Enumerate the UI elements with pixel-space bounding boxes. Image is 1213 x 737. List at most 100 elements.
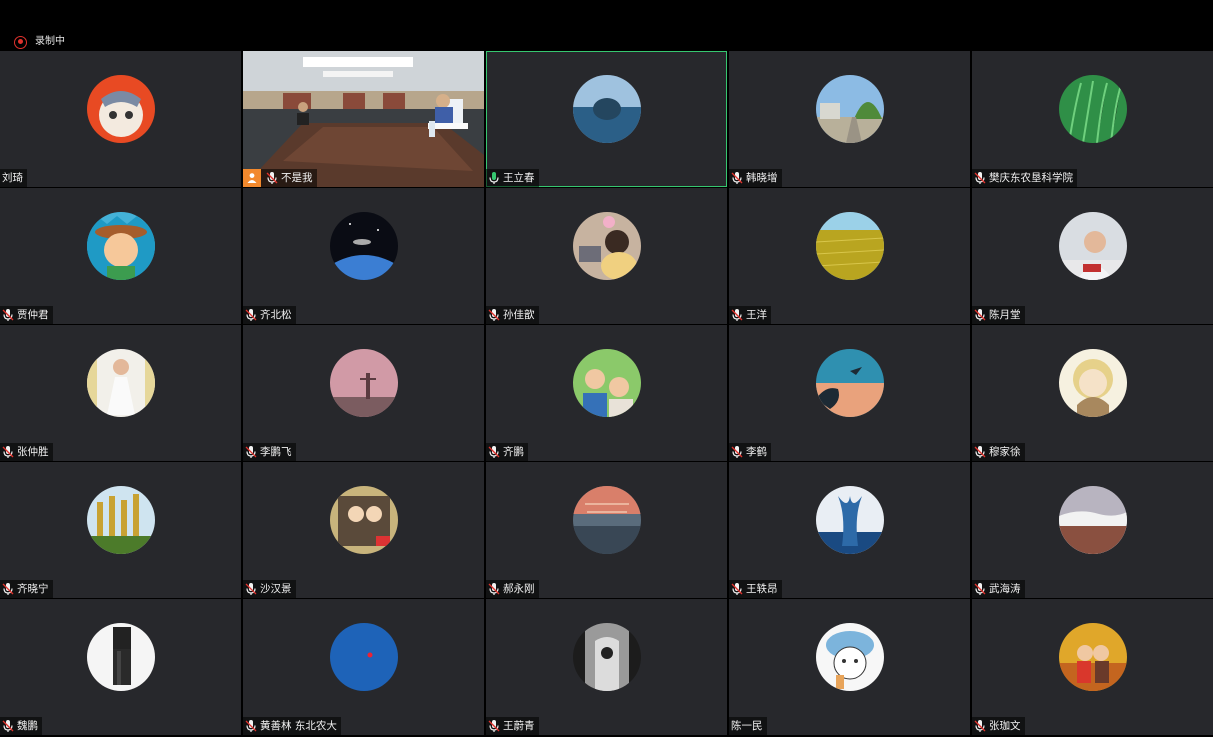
participant-tile[interactable]: 齐晓宁 <box>0 462 241 598</box>
microphone-icon <box>731 172 743 184</box>
avatar <box>572 212 641 280</box>
microphone-icon <box>731 446 743 458</box>
microphone-icon <box>2 583 14 595</box>
participant-tile[interactable]: 魏鹏 <box>0 599 241 735</box>
participant-name-bar: 齐北松 <box>243 306 296 324</box>
participant-name: 贾仲君 <box>17 309 49 321</box>
recording-label: 录制中 <box>35 36 65 47</box>
avatar <box>86 623 155 691</box>
microphone-icon <box>266 172 278 184</box>
avatar <box>572 349 641 417</box>
record-icon <box>14 35 27 49</box>
participant-name: 黄善林 东北农大 <box>260 720 337 732</box>
participant-tile[interactable]: 陈一民 <box>729 599 970 735</box>
participant-tile[interactable]: 齐北松 <box>243 188 484 324</box>
avatar <box>1058 349 1127 417</box>
participant-tile[interactable]: 沙汉景 <box>243 462 484 598</box>
participant-tile[interactable]: 王蔚青 <box>486 599 727 735</box>
participant-tile[interactable]: 贾仲君 <box>0 188 241 324</box>
participant-name: 王立春 <box>503 172 535 184</box>
participant-tile[interactable]: 陈月堂 <box>972 188 1213 324</box>
participant-tile[interactable]: 韩晓增 <box>729 51 970 187</box>
participant-name-bar: 陈月堂 <box>972 306 1025 324</box>
participant-tile[interactable]: 李鹏飞 <box>243 325 484 461</box>
participant-name-bar: 不是我 <box>243 169 317 187</box>
avatar <box>329 349 398 417</box>
participant-tile[interactable]: 齐鹏 <box>486 325 727 461</box>
participant-name: 樊庆东农垦科学院 <box>989 172 1073 184</box>
participant-name-bar: 陈一民 <box>729 717 767 735</box>
participant-grid: 刘琦 不是我 王立春 韩晓增 樊庆东农垦科学院 贾仲君 齐北松 孙佳歆 王洋 陈月堂 张仲胜 李鹏飞齐… <box>0 51 1213 737</box>
avatar <box>86 349 155 417</box>
microphone-icon <box>245 309 257 321</box>
participant-tile[interactable]: 郝永刚 <box>486 462 727 598</box>
participant-name-bar: 韩晓增 <box>729 169 782 187</box>
microphone-icon <box>731 583 743 595</box>
avatar <box>1058 623 1127 691</box>
participant-name: 李鹏飞 <box>260 446 292 458</box>
participant-name-bar: 沙汉景 <box>243 580 296 598</box>
participant-name: 陈月堂 <box>989 309 1021 321</box>
avatar <box>86 212 155 280</box>
microphone-icon <box>245 720 257 732</box>
video-feed <box>243 51 484 187</box>
participant-name-bar: 武海涛 <box>972 580 1025 598</box>
avatar <box>815 486 884 554</box>
participant-name-bar: 李鹏飞 <box>243 443 296 461</box>
participant-tile[interactable]: 孙佳歆 <box>486 188 727 324</box>
participant-tile[interactable]: 武海涛 <box>972 462 1213 598</box>
participant-name-bar: 樊庆东农垦科学院 <box>972 169 1077 187</box>
avatar <box>1058 486 1127 554</box>
participant-name: 郝永刚 <box>503 583 535 595</box>
participant-tile[interactable]: 李鹤 <box>729 325 970 461</box>
participant-tile[interactable]: 不是我 <box>243 51 484 187</box>
participant-name: 孙佳歆 <box>503 309 535 321</box>
microphone-icon <box>974 309 986 321</box>
participant-name: 张仲胜 <box>17 446 49 458</box>
microphone-icon <box>245 446 257 458</box>
participant-tile[interactable]: 张珈文 <box>972 599 1213 735</box>
participant-name: 沙汉景 <box>260 583 292 595</box>
microphone-icon <box>974 720 986 732</box>
participant-name-bar: 孙佳歆 <box>486 306 539 324</box>
participant-name: 李鹤 <box>746 446 767 458</box>
participant-name-bar: 黄善林 东北农大 <box>243 717 341 735</box>
participant-name: 武海涛 <box>989 583 1021 595</box>
microphone-icon <box>245 583 257 595</box>
microphone-icon <box>2 309 14 321</box>
participant-tile[interactable]: 王立春 <box>486 51 727 187</box>
participant-name-bar: 王蔚青 <box>486 717 539 735</box>
microphone-icon <box>974 172 986 184</box>
participant-name: 陈一民 <box>731 720 763 732</box>
participant-tile[interactable]: 刘琦 <box>0 51 241 187</box>
participant-name: 不是我 <box>281 172 313 184</box>
recording-indicator[interactable]: 录制中 <box>14 34 65 50</box>
participant-name: 王蔚青 <box>503 720 535 732</box>
participant-tile[interactable]: 樊庆东农垦科学院 <box>972 51 1213 187</box>
participant-name: 张珈文 <box>989 720 1021 732</box>
participant-tile[interactable]: 王洋 <box>729 188 970 324</box>
participant-tile[interactable]: 王轶昂 <box>729 462 970 598</box>
microphone-icon <box>2 446 14 458</box>
avatar <box>572 75 641 143</box>
participant-name-bar: 齐鹏 <box>486 443 528 461</box>
participant-name-bar: 齐晓宁 <box>0 580 53 598</box>
top-bar: 录制中 <box>0 0 1213 51</box>
participant-name: 齐鹏 <box>503 446 524 458</box>
avatar <box>329 623 398 691</box>
participant-tile[interactable]: 黄善林 东北农大 <box>243 599 484 735</box>
participant-name: 齐北松 <box>260 309 292 321</box>
participant-tile[interactable]: 张仲胜 <box>0 325 241 461</box>
participant-name: 齐晓宁 <box>17 583 49 595</box>
microphone-icon <box>974 446 986 458</box>
microphone-icon <box>731 309 743 321</box>
participant-name-bar: 王轶昂 <box>729 580 782 598</box>
participant-name-bar: 李鹤 <box>729 443 771 461</box>
avatar <box>1058 212 1127 280</box>
avatar <box>572 486 641 554</box>
avatar <box>815 623 884 691</box>
avatar <box>572 623 641 691</box>
participant-tile[interactable]: 穆家徐 <box>972 325 1213 461</box>
microphone-icon <box>974 583 986 595</box>
avatar <box>86 486 155 554</box>
